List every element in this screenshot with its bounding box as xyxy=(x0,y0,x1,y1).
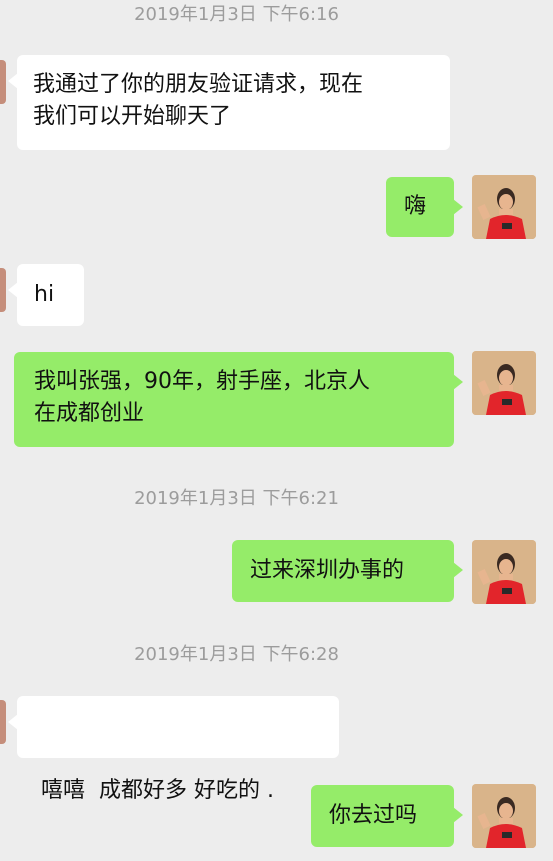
user-avatar[interactable] xyxy=(472,351,536,415)
contact-avatar[interactable] xyxy=(0,268,6,312)
message-bubble-outgoing[interactable]: 嗨 xyxy=(386,177,463,237)
message-text: 我通过了你的朋友验证请求，现在 xyxy=(33,72,364,97)
user-avatar[interactable] xyxy=(472,784,536,848)
message-bubble-incoming[interactable]: 嘻嘻 成都好多 好吃的 . xyxy=(8,696,339,803)
user-avatar-photo-icon xyxy=(472,351,536,415)
user-avatar-photo-icon xyxy=(472,784,536,848)
user-avatar-photo-icon xyxy=(472,175,536,239)
message-text: 嗨 xyxy=(404,194,427,219)
message-bubble-incoming[interactable]: 我通过了你的朋友验证请求，现在 我们可以开始聊天了 xyxy=(8,55,450,150)
timestamp: 2019年1月3日 下午6:28 xyxy=(134,644,339,665)
message-text: 在成都创业 xyxy=(34,401,145,426)
timestamp: 2019年1月3日 下午6:21 xyxy=(134,488,339,509)
message-bubble-incoming[interactable]: hi xyxy=(8,264,84,326)
message-text: hi xyxy=(34,282,55,307)
message-text: 我们可以开始聊天了 xyxy=(33,104,232,129)
timestamp: 2019年1月3日 下午6:16 xyxy=(134,4,339,25)
message-text: 过来深圳办事的 xyxy=(250,558,405,583)
message-bubble-outgoing[interactable]: 我叫张强，90年，射手座，北京人 在成都创业 xyxy=(14,352,463,447)
user-avatar[interactable] xyxy=(472,175,536,239)
user-avatar-photo-icon xyxy=(472,540,536,604)
message-bubble-outgoing[interactable]: 过来深圳办事的 xyxy=(232,540,463,602)
contact-avatar[interactable] xyxy=(0,700,6,744)
message-text: 你去过吗 xyxy=(329,803,418,828)
user-avatar[interactable] xyxy=(472,540,536,604)
message-text: 我叫张强，90年，射手座，北京人 xyxy=(34,369,370,394)
message-bubble-outgoing[interactable]: 你去过吗 xyxy=(311,785,463,847)
contact-avatar[interactable] xyxy=(0,60,6,104)
message-text: 嘻嘻 成都好多 好吃的 . xyxy=(41,778,274,803)
